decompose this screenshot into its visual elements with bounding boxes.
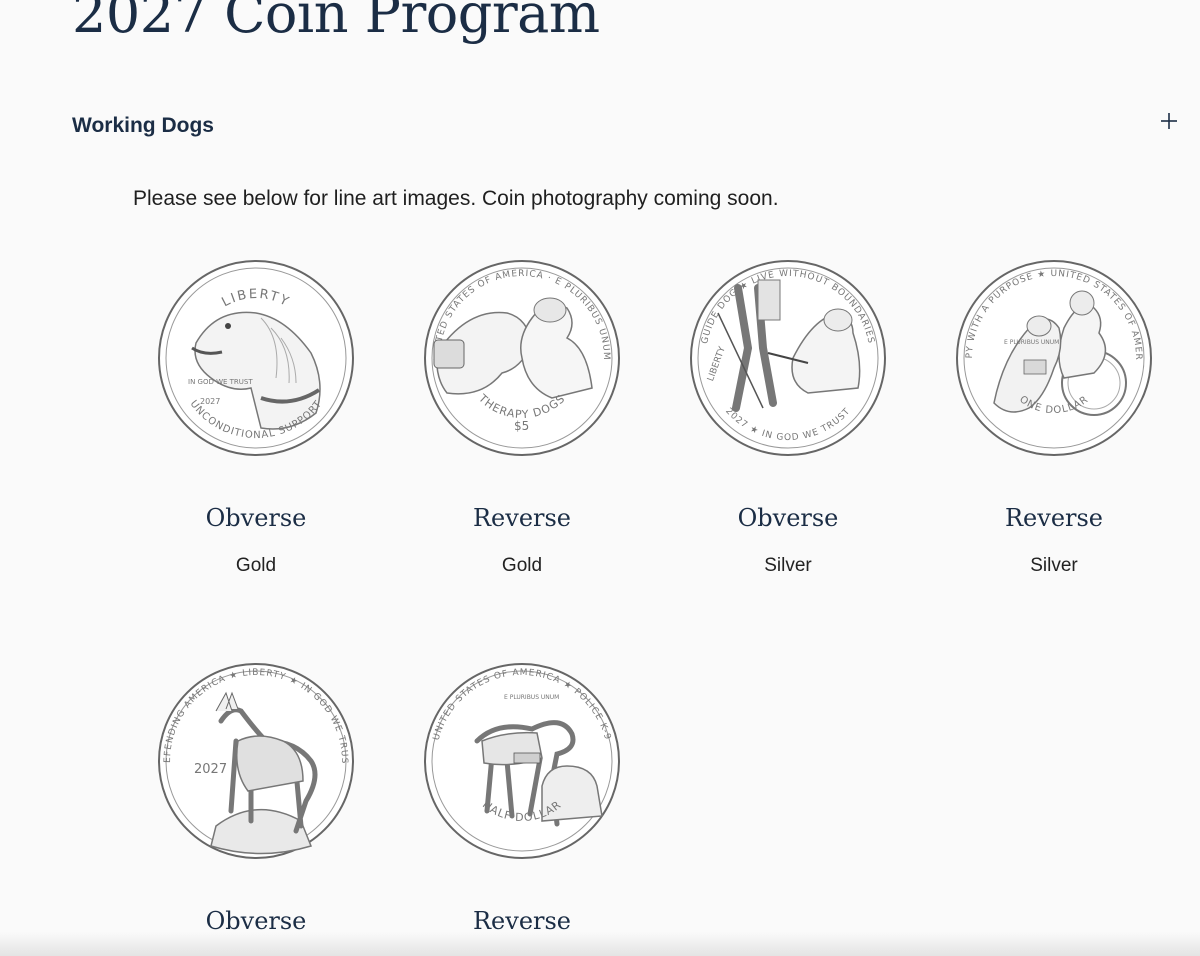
- coin-metal-label: Gold: [235, 555, 277, 576]
- coin-inscription: IN GOD WE TRUST: [188, 378, 253, 386]
- coin-metal-label: Silver: [1030, 555, 1078, 576]
- plus-icon[interactable]: [1160, 112, 1178, 130]
- coin-card: UNITED STATES OF AMERICA · E PLURIBUS UN…: [412, 258, 632, 576]
- coin-inscription: $5: [514, 419, 529, 433]
- coin-card: DEFENDING AMERICA ★ LIBERTY ★ IN GOD WE …: [146, 661, 366, 935]
- coin-card: UNITED STATES OF AMERICA ★ POLICE K-9 E …: [412, 661, 632, 935]
- coin-metal-label: Silver: [764, 555, 812, 576]
- coin-metal-label: Gold: [501, 555, 543, 576]
- coin-inscription: E PLURIBUS UNUM: [504, 694, 559, 701]
- intro-text: Please see below for line art images. Co…: [133, 187, 779, 210]
- coin-gold-reverse-image[interactable]: UNITED STATES OF AMERICA · E PLURIBUS UN…: [422, 258, 622, 458]
- coin-side-label: Reverse: [1004, 504, 1104, 532]
- coin-side-label: Obverse: [737, 504, 839, 532]
- coin-side-label: Reverse: [472, 907, 572, 935]
- coin-silver-reverse-image[interactable]: PUPPY WITH A PURPOSE ★ UNITED STATES OF …: [954, 258, 1154, 458]
- coin-card: LIBERTY IN GOD WE TRUST 2027 UNCONDITION…: [146, 258, 366, 576]
- bottom-fade: [0, 932, 1200, 956]
- coin-inscription: 2027: [200, 397, 220, 406]
- coin-inscription: E PLURIBUS UNUM: [1004, 339, 1059, 346]
- coin-half-reverse-image[interactable]: UNITED STATES OF AMERICA ★ POLICE K-9 E …: [422, 661, 622, 861]
- coin-side-label: Reverse: [472, 504, 572, 532]
- coin-inscription: 2027: [194, 762, 227, 777]
- accordion-working-dogs[interactable]: Working Dogs: [72, 108, 1178, 144]
- coin-card: GUIDE DOG ★ LIVE WITHOUT BOUNDARIES LIBE…: [678, 258, 898, 576]
- coin-silver-obverse-image[interactable]: GUIDE DOG ★ LIVE WITHOUT BOUNDARIES LIBE…: [688, 258, 888, 458]
- coin-side-label: Obverse: [205, 504, 307, 532]
- accordion-title: Working Dogs: [72, 114, 214, 137]
- coin-card: PUPPY WITH A PURPOSE ★ UNITED STATES OF …: [944, 258, 1164, 576]
- coin-half-obverse-image[interactable]: DEFENDING AMERICA ★ LIBERTY ★ IN GOD WE …: [156, 661, 356, 861]
- coin-gold-obverse-image[interactable]: LIBERTY IN GOD WE TRUST 2027 UNCONDITION…: [156, 258, 356, 458]
- page-title: 2027 Coin Program: [72, 0, 600, 45]
- coin-side-label: Obverse: [205, 907, 307, 935]
